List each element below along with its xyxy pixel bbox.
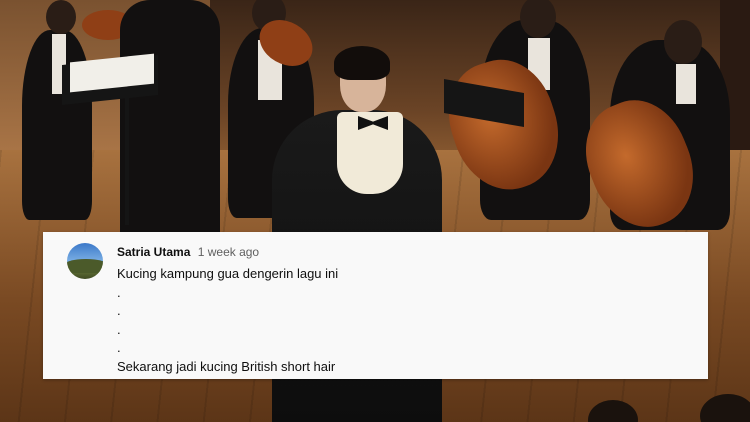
conductor [120, 0, 220, 240]
cellist-right-shirt [676, 64, 696, 104]
cellist-right-head [664, 20, 702, 64]
comment-timestamp[interactable]: 1 week ago [198, 245, 259, 259]
comment-author[interactable]: Satria Utama [117, 245, 190, 259]
comment-line: . [117, 340, 121, 356]
comment-card: Satria Utama 1 week ago Kucing kampung g… [43, 232, 708, 379]
landscape-avatar-icon [67, 259, 103, 273]
comment-line: . [117, 284, 121, 300]
comment-body: Kucing kampung gua dengerin lagu ini . .… [117, 265, 338, 377]
user-avatar[interactable] [67, 243, 103, 279]
comment-line: . [117, 321, 121, 337]
music-stand-pole [125, 95, 129, 225]
soloist-hair [334, 46, 390, 80]
comment-line: . [117, 303, 121, 319]
violinist-left-head [46, 0, 76, 34]
comment-line: Sekarang jadi kucing British short hair [117, 358, 336, 374]
comment-header: Satria Utama 1 week ago [117, 244, 259, 260]
comment-line: Kucing kampung gua dengerin lagu ini [117, 266, 339, 281]
